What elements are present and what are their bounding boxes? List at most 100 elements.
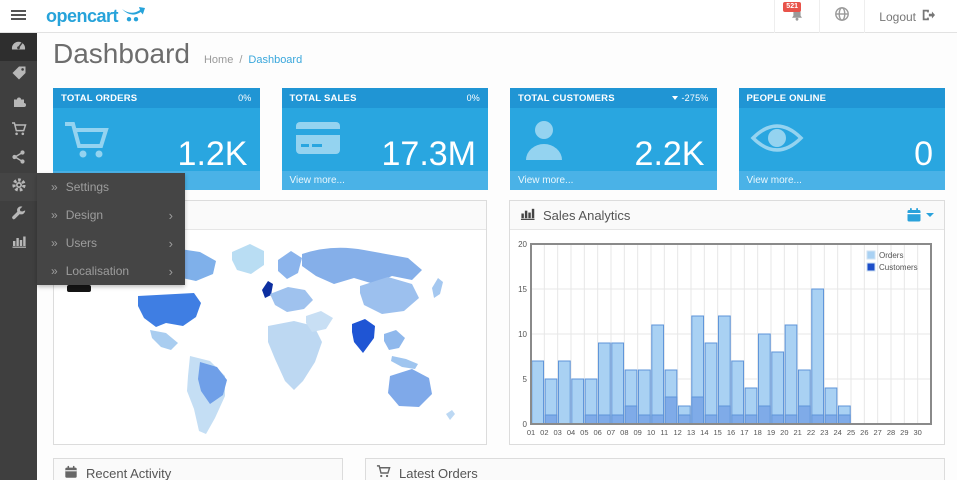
topbar: opencart 521 Log <box>0 0 957 33</box>
view-more-link[interactable]: View more... <box>282 171 489 190</box>
breadcrumb: Home / Dashboard <box>204 54 302 66</box>
tile-value: 0 <box>914 137 933 171</box>
wrench-icon <box>11 205 27 226</box>
svg-text:04: 04 <box>567 428 575 437</box>
gear-icon <box>11 177 27 198</box>
caret-down-icon <box>926 213 934 217</box>
sidebar-item-wrench[interactable] <box>0 201 37 229</box>
stat-tiles-row: TOTAL ORDERS0%1.2KView more...TOTAL SALE… <box>53 88 945 190</box>
svg-text:08: 08 <box>620 428 628 437</box>
sales-analytics-header: Sales Analytics <box>510 201 944 230</box>
tile-percent: 0% <box>238 93 251 103</box>
map-new-zealand <box>446 410 455 420</box>
stat-tile-total-sales: TOTAL SALES0%17.3MView more... <box>282 88 489 190</box>
map-india <box>352 319 375 353</box>
menu-item-design[interactable]: »Design› <box>37 201 185 229</box>
recent-activity-header: Recent Activity <box>54 459 342 480</box>
cart-icon <box>376 464 391 480</box>
map-usa <box>138 293 201 327</box>
svg-text:09: 09 <box>633 428 641 437</box>
logout-icon <box>921 8 935 25</box>
menu-item-users[interactable]: » Users › <box>37 229 185 257</box>
menu-item-localisation[interactable]: »Localisation› <box>37 257 185 285</box>
notification-count-badge: 521 <box>783 2 801 12</box>
logo-text: opencart <box>46 6 118 27</box>
map-scandinavia <box>278 251 302 279</box>
storefront-button[interactable] <box>819 0 864 33</box>
sidebar-nav <box>0 33 37 480</box>
svg-text:07: 07 <box>607 428 615 437</box>
tile-body: 1.2K <box>53 108 260 171</box>
logout-button[interactable]: Logout <box>864 0 949 33</box>
svg-text:20: 20 <box>780 428 788 437</box>
system-flyout-menu: »Settings»Design›»Users›»Localisation› <box>37 173 185 285</box>
svg-text:05: 05 <box>580 428 588 437</box>
svg-text:11: 11 <box>660 428 668 437</box>
map-mexico <box>150 330 178 350</box>
sidebar-item-dashboard[interactable] <box>0 33 37 61</box>
tile-value: 2.2K <box>635 137 705 171</box>
calendar-icon <box>906 207 922 223</box>
menu-toggle-button[interactable] <box>0 0 37 33</box>
opencart-admin-dashboard: opencart 521 Log <box>0 0 957 480</box>
page-title: Dashboard <box>53 38 190 70</box>
breadcrumb-home[interactable]: Home <box>204 54 233 66</box>
tile-body: 17.3M <box>282 108 489 171</box>
opencart-cart-glyph-icon <box>121 6 145 27</box>
credit-card-icon <box>292 118 344 163</box>
menu-item-settings[interactable]: »Settings <box>37 173 185 201</box>
tile-body: 0 <box>739 108 946 171</box>
svg-text:06: 06 <box>593 428 601 437</box>
svg-text:24: 24 <box>833 428 841 437</box>
svg-text:25: 25 <box>847 428 855 437</box>
breadcrumb-separator: / <box>239 54 242 66</box>
map-australia <box>388 369 432 407</box>
recent-activity-panel: Recent Activity <box>53 458 343 480</box>
map-greenland <box>232 244 264 274</box>
svg-text:21: 21 <box>793 428 801 437</box>
sidebar-item-cart[interactable] <box>0 117 37 145</box>
breadcrumb-current[interactable]: Dashboard <box>248 54 302 66</box>
user-icon <box>520 118 568 167</box>
view-more-link[interactable]: View more... <box>739 171 946 190</box>
latest-orders-title: Latest Orders <box>399 466 478 480</box>
tile-title: TOTAL ORDERS <box>61 93 137 104</box>
svg-text:29: 29 <box>900 428 908 437</box>
sidebar-item-gear[interactable] <box>0 173 37 201</box>
report-icon <box>11 233 27 254</box>
view-more-link[interactable]: View more... <box>510 171 717 190</box>
svg-text:02: 02 <box>540 428 548 437</box>
notifications-button[interactable]: 521 <box>774 0 819 33</box>
double-angle-icon: » <box>51 208 58 222</box>
sidebar-item-share[interactable] <box>0 145 37 173</box>
sidebar-item-extension[interactable] <box>0 89 37 117</box>
stat-tile-total-customers: TOTAL CUSTOMERS-275%2.2KView more... <box>510 88 717 190</box>
page-head: Dashboard Home / Dashboard <box>53 38 302 70</box>
caret-down-icon <box>672 96 678 100</box>
svg-text:14: 14 <box>700 428 708 437</box>
share-icon <box>11 149 27 170</box>
recent-activity-title: Recent Activity <box>86 466 171 480</box>
svg-text:28: 28 <box>887 428 895 437</box>
chevron-right-icon: › <box>169 236 173 251</box>
menu-item-label: Users <box>66 236 97 250</box>
svg-text:15: 15 <box>713 428 721 437</box>
double-angle-icon: » <box>51 180 58 194</box>
sidebar-item-report[interactable] <box>0 229 37 257</box>
cart-icon <box>11 121 27 142</box>
sidebar-item-tag[interactable] <box>0 61 37 89</box>
double-angle-icon: » <box>51 236 58 250</box>
svg-text:13: 13 <box>687 428 695 437</box>
opencart-logo[interactable]: opencart <box>46 0 145 33</box>
globe-icon <box>834 6 850 27</box>
svg-text:10: 10 <box>647 428 655 437</box>
map-russia <box>302 248 422 284</box>
svg-text:Orders: Orders <box>879 251 903 260</box>
map-southeast-asia <box>384 330 405 350</box>
sales-analytics-panel: Sales Analytics 051015200102030405060708… <box>509 200 945 445</box>
svg-text:30: 30 <box>913 428 921 437</box>
svg-text:27: 27 <box>873 428 881 437</box>
date-range-button[interactable] <box>906 207 934 223</box>
stat-tile-people-online: PEOPLE ONLINE0View more... <box>739 88 946 190</box>
sales-analytics-chart: 0510152001020304050607080910111213141516… <box>510 230 944 449</box>
